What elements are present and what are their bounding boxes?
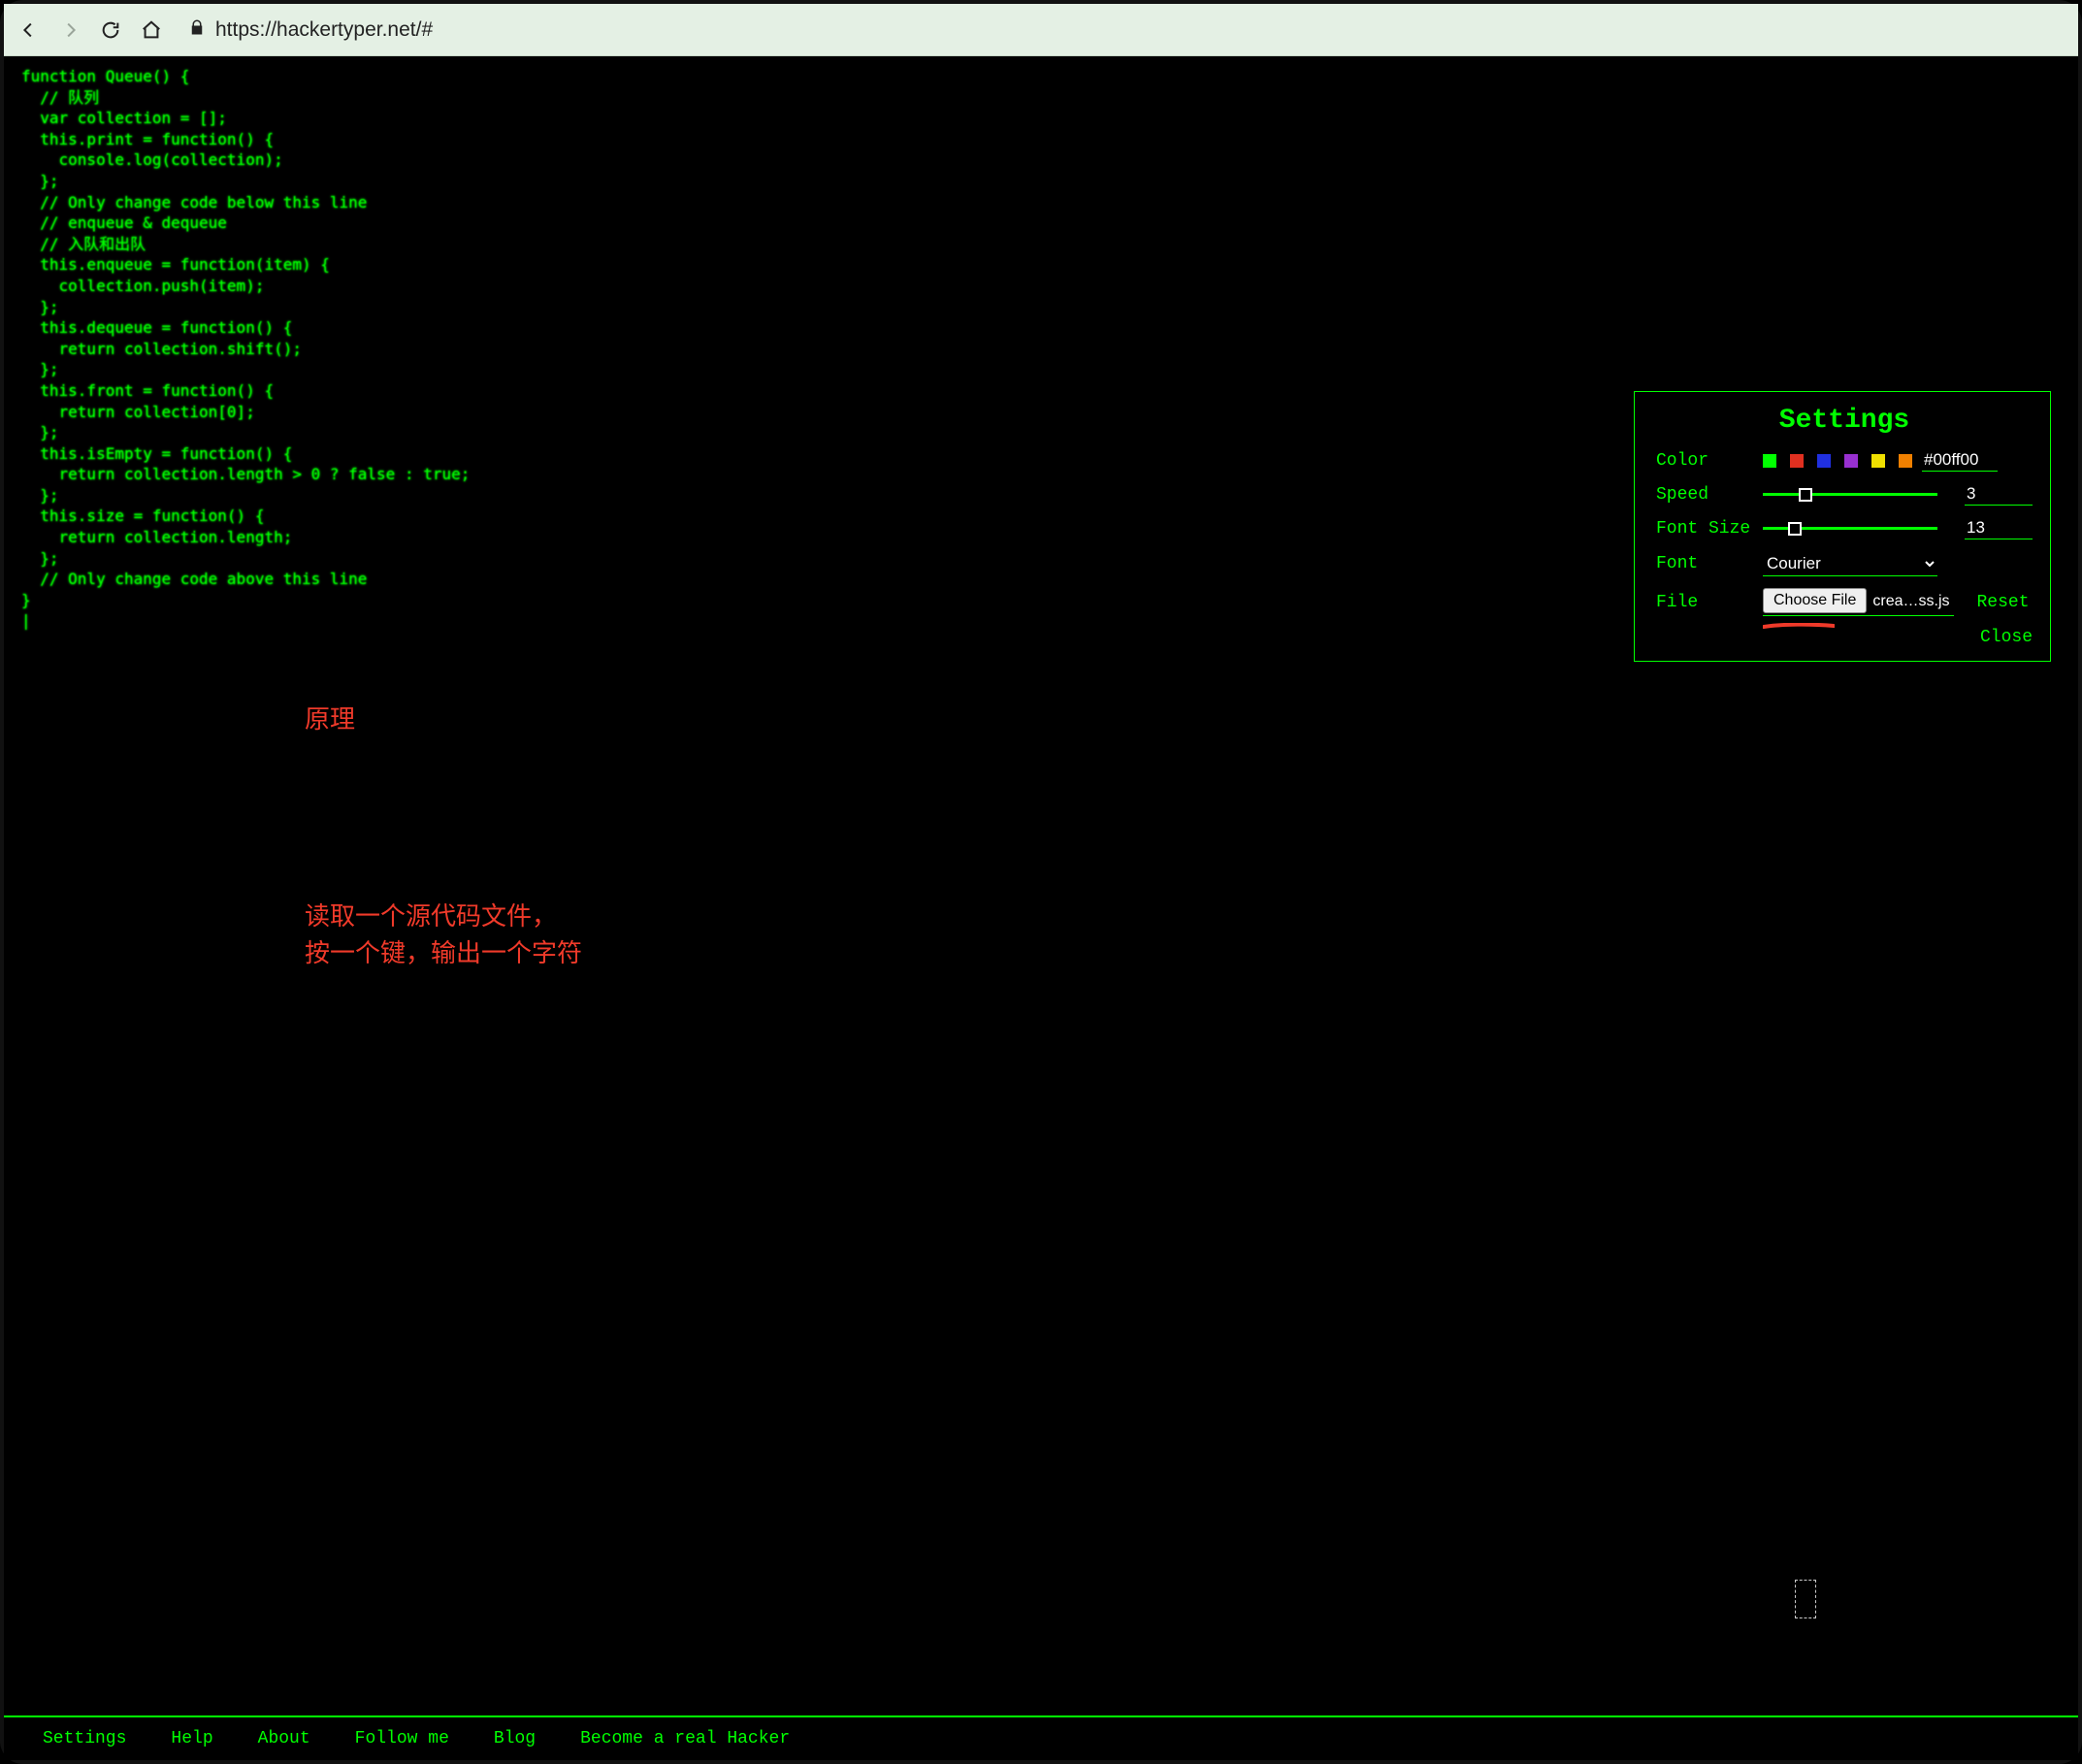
swatch-orange[interactable] — [1899, 454, 1912, 468]
page-viewport: function Queue() { // 队列 var collection … — [4, 56, 2078, 1715]
footer-follow[interactable]: Follow me — [355, 1729, 449, 1748]
home-button[interactable] — [140, 18, 163, 42]
chosen-file-name: crea…ss.js — [1867, 590, 1953, 612]
swatch-blue[interactable] — [1817, 454, 1831, 468]
reset-link[interactable]: Reset — [1977, 593, 2030, 612]
forward-button[interactable] — [58, 18, 81, 42]
swatch-green[interactable] — [1763, 454, 1776, 468]
settings-row-file: File Choose File crea…ss.js Reset — [1656, 588, 2033, 616]
annotation-underline-icon — [1763, 615, 1835, 621]
label-font: Font — [1656, 554, 1753, 573]
settings-row-speed: Speed — [1656, 483, 2033, 506]
annotation-overlay: 原理 读取一个源代码文件， 按一个键，输出一个字符 — [305, 629, 582, 1045]
back-button[interactable] — [17, 18, 41, 42]
url-text[interactable]: https://hackertyper.net/# — [215, 18, 433, 42]
swatch-red[interactable] — [1790, 454, 1804, 468]
fontsize-slider[interactable] — [1763, 527, 1937, 530]
reload-button[interactable] — [99, 18, 122, 42]
text-cursor-icon — [1795, 1580, 1816, 1618]
color-swatches — [1763, 454, 1912, 468]
annotation-body: 读取一个源代码文件， 按一个键，输出一个字符 — [305, 898, 582, 971]
label-color: Color — [1656, 451, 1753, 471]
swatch-yellow[interactable] — [1871, 454, 1885, 468]
speed-input[interactable] — [1965, 483, 2033, 506]
label-fontsize: Font Size — [1656, 519, 1753, 539]
settings-title: Settings — [1656, 406, 2033, 436]
speed-slider[interactable] — [1763, 493, 1937, 496]
footer-blog[interactable]: Blog — [494, 1729, 536, 1748]
settings-row-color: Color — [1656, 449, 2033, 472]
label-file: File — [1656, 593, 1753, 612]
footer-settings[interactable]: Settings — [43, 1729, 126, 1748]
label-speed: Speed — [1656, 485, 1753, 505]
fontsize-input[interactable] — [1965, 517, 2033, 539]
settings-panel: Settings Color Speed Font Size — [1634, 391, 2051, 662]
lock-icon — [188, 18, 206, 42]
color-input[interactable] — [1922, 449, 1998, 472]
settings-row-font: Font Courier — [1656, 551, 2033, 576]
footer-nav: Settings Help About Follow me Blog Becom… — [4, 1715, 2078, 1760]
annotation-title: 原理 — [305, 702, 582, 738]
footer-become[interactable]: Become a real Hacker — [580, 1729, 790, 1748]
close-link[interactable]: Close — [1980, 628, 2033, 647]
choose-file-button[interactable]: Choose File — [1763, 588, 1867, 613]
browser-toolbar: https://hackertyper.net/# — [4, 4, 2078, 56]
swatch-purple[interactable] — [1844, 454, 1858, 468]
settings-row-fontsize: Font Size — [1656, 517, 2033, 539]
footer-help[interactable]: Help — [171, 1729, 212, 1748]
font-select[interactable]: Courier — [1763, 551, 1937, 576]
footer-about[interactable]: About — [258, 1729, 310, 1748]
